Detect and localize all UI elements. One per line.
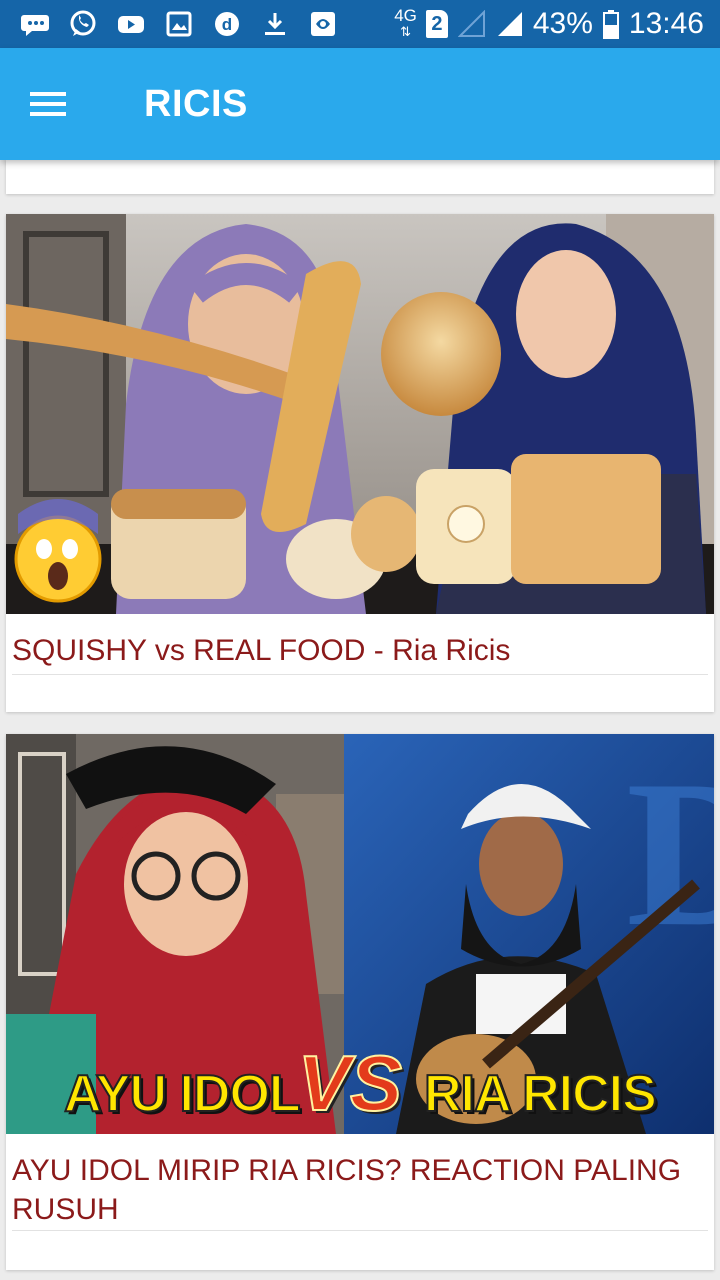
- thumbnail-right-text: RIA RICIS: [423, 1064, 658, 1124]
- clock: 13:46: [628, 7, 704, 40]
- youtube-icon: [116, 9, 146, 39]
- whatsapp-icon: [68, 9, 98, 39]
- status-bar: d 4G ⇅ 2 43% 13:46: [0, 0, 720, 48]
- network-label: 4G: [394, 6, 417, 25]
- video-title[interactable]: SQUISHY vs REAL FOOD - Ria Ricis: [6, 614, 714, 670]
- signal-icon-empty: [457, 9, 487, 39]
- video-card[interactable]: D AYU IDOL VS RIA RICIS AYU IDOL MIRIP R…: [6, 734, 714, 1270]
- hamburger-menu-icon: [30, 92, 66, 116]
- video-thumbnail[interactable]: [6, 214, 714, 614]
- notification-icons: d: [0, 9, 338, 39]
- messages-icon: [20, 9, 50, 39]
- data-arrows: ⇅: [400, 24, 411, 39]
- network-type: 4G ⇅: [394, 6, 417, 40]
- video-title[interactable]: AYU IDOL MIRIP RIA RICIS? REACTION PALIN…: [6, 1134, 714, 1229]
- battery-percent: 43%: [532, 7, 593, 40]
- svg-text:d: d: [222, 15, 232, 34]
- app-title: RICIS: [144, 82, 248, 125]
- app-bar: RICIS: [0, 48, 720, 160]
- download-icon: [260, 9, 290, 39]
- gallery-icon: [164, 9, 194, 39]
- dana-icon: d: [212, 9, 242, 39]
- system-status: 4G ⇅ 2 43% 13:46: [394, 7, 720, 41]
- sim-icon: 2: [425, 9, 449, 39]
- app-icon: [308, 9, 338, 39]
- signal-icon: [495, 9, 525, 39]
- thumbnail-vs-text: VS: [297, 1038, 403, 1128]
- video-thumbnail[interactable]: D AYU IDOL VS RIA RICIS: [6, 734, 714, 1134]
- video-card-partial[interactable]: [6, 160, 714, 194]
- sim-number: 2: [425, 10, 448, 38]
- card-divider: [12, 674, 708, 675]
- thumbnail-left-text: AYU IDOL: [63, 1064, 302, 1124]
- video-card[interactable]: SQUISHY vs REAL FOOD - Ria Ricis: [6, 214, 714, 712]
- menu-button[interactable]: [0, 48, 96, 160]
- card-divider: [12, 1230, 708, 1231]
- battery-icon: [601, 9, 621, 39]
